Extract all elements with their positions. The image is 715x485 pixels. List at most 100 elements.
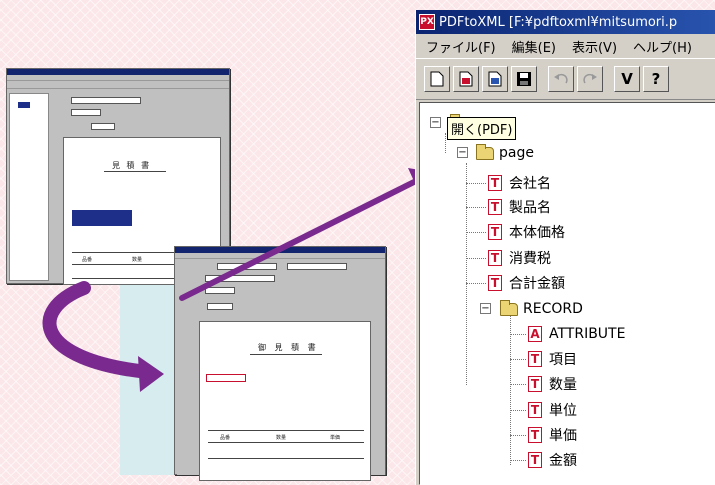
save-icon (517, 72, 531, 86)
open-pdf-button[interactable] (453, 66, 479, 92)
menu-file[interactable]: ファイル(F) (418, 37, 504, 56)
mini-doc-underline (104, 171, 166, 172)
tree-node-label: 消費税 (509, 251, 551, 267)
tree-node-label: 会社名 (509, 176, 551, 192)
attribute-node-icon: A (528, 326, 542, 342)
text-node-icon: T (528, 452, 542, 468)
tree-node-label: 製品名 (509, 200, 551, 216)
new-button[interactable] (424, 66, 450, 92)
mini-menu-bar (175, 253, 385, 259)
mini-document: 御 見 積 書 品番 数量 単価 (199, 321, 371, 481)
mini-doc-title: 御 見 積 書 (258, 343, 319, 352)
mini-doc-rule (208, 442, 364, 443)
tree-connector (510, 313, 511, 465)
mini-field (287, 263, 347, 270)
title-bar: PX PDFtoXML [F:¥pdftoxml¥mitsumori.p (416, 10, 715, 34)
tree-connector (466, 207, 486, 208)
tree-node-label: 数量 (549, 377, 577, 393)
redo-button[interactable] (577, 66, 603, 92)
open-xml-icon (488, 71, 502, 87)
menu-bar: ファイル(F) 編集(E) 表示(V) ヘルプ(H) (416, 34, 715, 58)
tree-connector (510, 460, 526, 461)
menu-view[interactable]: 表示(V) (564, 37, 625, 56)
text-node-icon: T (488, 275, 502, 291)
mini-right-pane: 御 見 積 書 品番 数量 単価 (177, 261, 385, 481)
mini-doc-rule (208, 430, 364, 431)
mini-doc-rule (208, 458, 364, 459)
mini-toolbar (7, 81, 229, 89)
toolbar: V ? (416, 58, 715, 100)
mini-field (71, 97, 141, 104)
mini-doc-title: 見 積 書 (112, 161, 152, 170)
tree-node-base-price[interactable]: T 本体価格 (488, 222, 565, 242)
tree-connector (510, 384, 526, 385)
tree-node-attribute[interactable]: A ATTRIBUTE (528, 324, 625, 344)
mini-doc-header: 数量 (132, 257, 143, 263)
tree-connector (466, 163, 467, 385)
mini-doc-header: 単価 (330, 435, 341, 441)
mini-tree (9, 93, 49, 281)
mini-field (205, 275, 275, 282)
tree-connector (510, 410, 526, 411)
tree-connector (466, 258, 486, 259)
tree-node-total[interactable]: T 合計金額 (488, 273, 565, 293)
tree-node-item[interactable]: T 項目 (528, 349, 577, 369)
menu-help[interactable]: ヘルプ(H) (625, 37, 700, 56)
xml-tree: − − page T 会社名 T 製品名 T 本体価格 T 消費税 T 合計金額… (419, 102, 715, 485)
text-node-icon: T (528, 402, 542, 418)
mini-window-2: 御 見 積 書 品番 数量 単価 (174, 246, 386, 481)
tree-connector (466, 283, 486, 284)
tree-node-label: 合計金額 (509, 276, 565, 292)
tree-node-product-name[interactable]: T 製品名 (488, 197, 551, 217)
tree-node-amount[interactable]: T 金額 (528, 450, 577, 470)
tree-node-label: 単価 (549, 428, 577, 444)
text-node-icon: T (488, 250, 502, 266)
collapse-icon[interactable]: − (457, 147, 468, 158)
text-node-icon: T (488, 175, 502, 191)
menu-edit[interactable]: 編集(E) (504, 37, 564, 56)
help-button[interactable]: ? (643, 66, 669, 92)
tree-node-label: page (499, 145, 534, 161)
open-pdf-icon (459, 71, 473, 87)
tree-connector (510, 359, 526, 360)
tree-node-quantity[interactable]: T 数量 (528, 374, 577, 394)
tree-node-company-name[interactable]: T 会社名 (488, 173, 551, 193)
mini-field (205, 287, 235, 294)
mini-field (71, 109, 101, 116)
save-button[interactable] (511, 66, 537, 92)
tree-node-record[interactable]: RECORD (500, 299, 583, 319)
main-window: PX PDFtoXML [F:¥pdftoxml¥mitsumori.p ファイ… (415, 10, 715, 485)
tree-connector (466, 232, 486, 233)
text-node-icon: T (528, 376, 542, 392)
open-xml-button[interactable] (482, 66, 508, 92)
validate-button[interactable]: V (614, 66, 640, 92)
tree-node-label: 項目 (549, 352, 577, 368)
new-file-icon (430, 71, 444, 87)
tree-node-unit-price[interactable]: T 単価 (528, 425, 577, 445)
tree-node-page[interactable]: page (476, 143, 534, 163)
tree-connector (510, 334, 526, 335)
window-title: PDFtoXML [F:¥pdftoxml¥mitsumori.p (439, 14, 678, 30)
redo-icon (583, 73, 597, 84)
tree-node-tax[interactable]: T 消費税 (488, 248, 551, 268)
folder-icon (500, 299, 518, 316)
tree-node-label: 金額 (549, 453, 577, 469)
folder-icon (476, 143, 494, 160)
mini-tree-selection (18, 102, 30, 108)
text-node-icon: T (528, 427, 542, 443)
text-node-icon: T (528, 351, 542, 367)
text-node-icon: T (488, 224, 502, 240)
tree-node-label: 単位 (549, 403, 577, 419)
mini-doc-highlight (206, 374, 246, 382)
text-node-icon: T (488, 199, 502, 215)
tree-connector (510, 435, 526, 436)
tree-node-unit[interactable]: T 単位 (528, 400, 577, 420)
tree-connector (466, 183, 486, 184)
tree-node-label: RECORD (523, 301, 583, 317)
collapse-icon[interactable]: − (430, 117, 441, 128)
tree-node-label: ATTRIBUTE (549, 326, 626, 342)
undo-button[interactable] (548, 66, 574, 92)
mini-doc-header: 品番 (220, 435, 231, 441)
collapse-icon[interactable]: − (480, 303, 491, 314)
undo-icon (554, 73, 568, 84)
